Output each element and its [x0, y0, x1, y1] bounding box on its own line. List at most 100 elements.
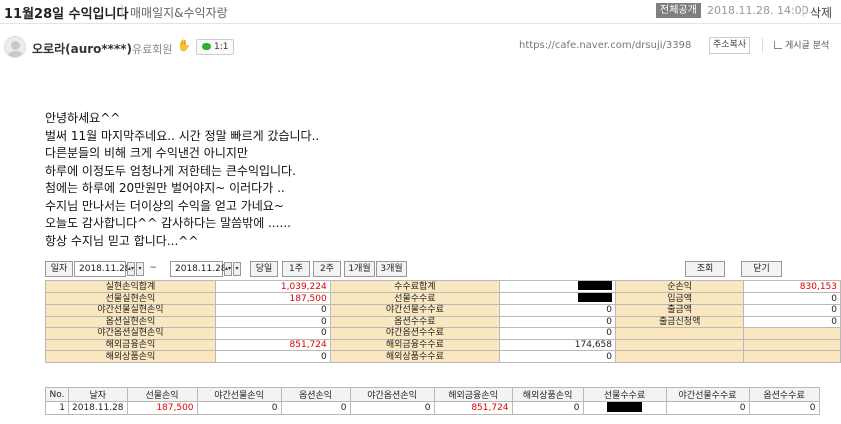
header-separator: | — [801, 3, 806, 17]
summary-value: 0 — [743, 304, 841, 317]
column-header: 선물손익 — [126, 387, 198, 402]
options-pnl: 0 — [280, 401, 351, 415]
author-name[interactable]: 오로라(auro****) — [32, 40, 132, 57]
end-date-field[interactable]: 2018.11.28 — [170, 261, 227, 277]
summary-row: 야간옵션실현손익 0 야간옵션수수료 0 — [45, 327, 841, 340]
daily-header-row: No. 날자 선물손익 야간선물손익 옵션손익 야간옵션손익 해외금융손익 해외… — [45, 387, 820, 402]
delete-link[interactable]: 삭제 — [810, 4, 832, 21]
column-header: 해외금융손익 — [433, 387, 513, 402]
summary-label: 야간옵션수수료 — [329, 327, 501, 340]
summary-label: 선물실현손익 — [45, 292, 216, 305]
post-line: 수지님 만나서는 더이상의 수익을 얻고 가네요~ — [45, 198, 284, 213]
summary-value: 0 — [214, 315, 331, 329]
summary-value: 0 — [214, 350, 331, 363]
two-week-button[interactable]: 2주 — [313, 261, 341, 277]
summary-label: 야간옵션실현손익 — [45, 327, 216, 340]
summary-label: 출금신청액 — [615, 315, 745, 329]
summary-value: 1,039,224 — [214, 280, 331, 293]
column-header: 야간선물수수료 — [665, 387, 750, 402]
end-date-calendar-icon[interactable]: ▾ — [233, 262, 241, 276]
end-date-spinner-icon[interactable]: ▴▾ — [224, 262, 232, 276]
post-line: 안녕하세요^^ — [45, 111, 121, 125]
divider — [762, 38, 763, 53]
column-header: 선물수수료 — [582, 387, 667, 402]
summary-label: 야간선물실현손익 — [45, 304, 216, 317]
table-row: 1 2018.11.28 187,500 0 0 0 851,724 0 0 0 — [45, 401, 820, 415]
summary-label: 해외금융손익 — [45, 338, 216, 352]
summary-empty-cell — [615, 350, 745, 363]
summary-label: 수수료합계 — [329, 280, 501, 293]
summary-value: 0 — [499, 350, 617, 363]
summary-label: 해외상품손익 — [45, 350, 216, 363]
summary-label: 입금액 — [615, 292, 745, 305]
date-range-tilde: ~ — [149, 263, 157, 273]
futures-pnl: 187,500 — [126, 401, 198, 415]
one-week-button[interactable]: 1주 — [282, 261, 310, 277]
summary-value: 830,153 — [743, 280, 841, 293]
chart-icon — [774, 41, 782, 49]
column-header: 옵션수수료 — [748, 387, 820, 402]
overseas-financial-pnl: 851,724 — [433, 401, 513, 415]
redaction-block — [578, 293, 613, 302]
chat-bubble-icon — [202, 43, 211, 50]
row-number: 1 — [45, 401, 69, 415]
summary-row: 선물실현손익 187,500 선물수수료 입금액 0 — [45, 292, 841, 305]
post-analysis-button[interactable]: 게시글 분석 — [774, 38, 829, 51]
post-header: 11월28일 수익입니다 | 매매일지&수익자랑 전체공개 2018.11.28… — [0, 0, 841, 24]
summary-value-redacted — [499, 280, 617, 293]
summary-label: 출금액 — [615, 304, 745, 317]
post-title: 11월28일 수익입니다 — [4, 7, 129, 22]
summary-value: 0 — [499, 327, 617, 340]
night-options-pnl: 0 — [349, 401, 435, 415]
summary-label: 실현손익합계 — [45, 280, 216, 293]
post-line: 하루에 이정도두 엄청나게 저한테는 큰수익입니다. — [45, 163, 296, 178]
column-header: 옵션손익 — [280, 387, 351, 402]
post-date: 2018.11.28. 14:00 — [707, 4, 809, 17]
row-date: 2018.11.28 — [68, 401, 128, 415]
summary-row: 해외상품손익 0 해외상품수수료 0 — [45, 350, 841, 363]
post-category-link[interactable]: 매매일지&수익자랑 — [130, 4, 228, 21]
post-line: 첨에는 하루에 20만원만 벌어야지~ 이러다가 .. — [45, 181, 285, 195]
night-futures-pnl: 0 — [196, 401, 282, 415]
summary-value: 174,658 — [499, 338, 617, 352]
start-date-field[interactable]: 2018.11.28 — [74, 261, 131, 277]
date-label: 일자 — [45, 261, 73, 277]
summary-empty-cell — [615, 327, 745, 340]
one-month-button[interactable]: 1개월 — [344, 261, 375, 277]
post-line: 다른분들의 비해 크게 수익낸건 아니지만 — [45, 146, 248, 160]
avatar[interactable] — [4, 36, 26, 58]
post-analysis-label: 게시글 분석 — [785, 41, 830, 51]
summary-row: 야간선물실현손익 0 야간선물수수료 0 출금액 0 — [45, 304, 841, 317]
today-button[interactable]: 당일 — [250, 261, 278, 277]
summary-value: 0 — [743, 292, 841, 305]
summary-label: 해외상품수수료 — [329, 350, 501, 363]
column-header: 날자 — [68, 387, 128, 402]
column-header: 야간옵션손익 — [349, 387, 435, 402]
overseas-commodity-pnl: 0 — [511, 401, 584, 415]
summary-value: 0 — [499, 315, 617, 329]
summary-value: 0 — [499, 304, 617, 317]
summary-row: 해외금융손익 851,724 해외금융수수료 174,658 — [45, 338, 841, 352]
post-url[interactable]: https://cafe.naver.com/drsuji/3398 — [519, 40, 691, 51]
close-button[interactable]: 닫기 — [741, 261, 782, 277]
options-fee: 0 — [748, 401, 820, 415]
summary-empty-cell — [743, 338, 841, 352]
redaction-block — [578, 281, 613, 290]
query-button[interactable]: 조회 — [685, 261, 725, 277]
summary-value: 0 — [214, 327, 331, 340]
summary-row: 실현손익합계 1,039,224 수수료합계 순손익 830,153 — [45, 280, 841, 293]
title-separator: | — [120, 3, 125, 17]
three-month-button[interactable]: 3개월 — [376, 261, 407, 277]
summary-label: 해외금융수수료 — [329, 338, 501, 352]
hand-icon: ✋ — [177, 39, 191, 52]
chat-button[interactable]: 1:1 — [196, 39, 235, 55]
start-date-calendar-icon[interactable]: ▾ — [136, 262, 144, 276]
summary-label: 선물수수료 — [329, 292, 501, 305]
post-line: 벌써 11월 마지막주네요.. 시간 정말 빠르게 갔습니다.. — [45, 128, 320, 143]
start-date-spinner-icon[interactable]: ▴▾ — [127, 262, 135, 276]
summary-value: 187,500 — [214, 292, 331, 305]
redaction-block — [607, 402, 643, 412]
summary-row: 옵션실현손익 0 옵션수수료 0 출금신청액 0 — [45, 315, 841, 329]
visibility-badge: 전체공개 — [656, 3, 701, 18]
copy-address-button[interactable]: 주소복사 — [709, 37, 751, 54]
